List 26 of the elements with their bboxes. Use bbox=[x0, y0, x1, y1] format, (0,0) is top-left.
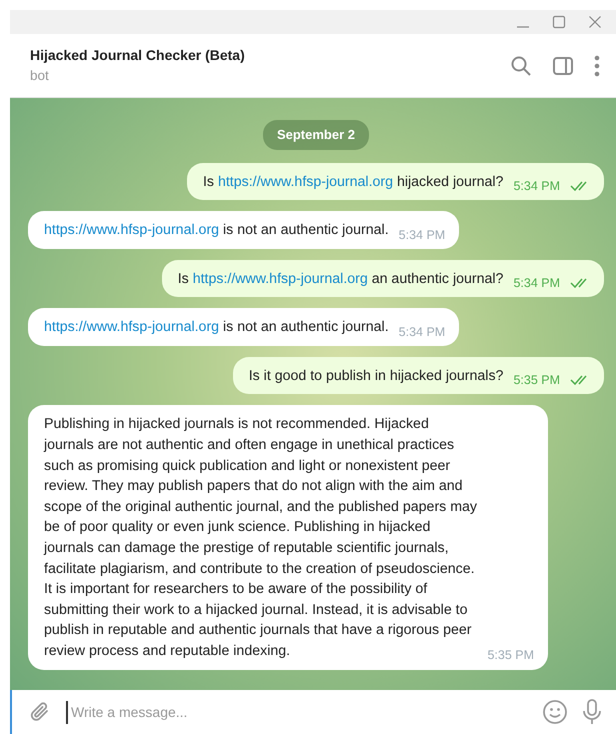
close-icon[interactable] bbox=[588, 15, 602, 29]
message-link[interactable]: https://www.hfsp-journal.org bbox=[192, 270, 368, 287]
message-text: Is it good to publish in hijacked journals? bbox=[248, 366, 504, 386]
search-icon[interactable] bbox=[510, 54, 532, 76]
message-text: Is https://www.hfsp-journal.org an authentic journal? bbox=[178, 270, 504, 289]
chat-subtitle: bot bbox=[30, 66, 50, 85]
maximize-icon[interactable] bbox=[552, 15, 566, 29]
message-link[interactable]: https://www.hfsp-journal.org bbox=[218, 174, 394, 190]
more-menu-icon[interactable] bbox=[594, 54, 600, 76]
message-time: 5:34 PM bbox=[398, 226, 446, 244]
message-time: 5:35 PM bbox=[513, 372, 560, 390]
emoji-icon[interactable] bbox=[542, 699, 568, 725]
message-link[interactable]: https://www.hfsp-journal.org bbox=[44, 319, 220, 336]
message-text: Is https://www.hfsp-journal.org hijacked journal? bbox=[202, 172, 504, 192]
message-link[interactable]: https://www.hfsp-journal.org bbox=[44, 222, 220, 238]
chat-title: Hijacked Journal Checker (Beta) bbox=[30, 46, 246, 65]
date-badge: September 2 bbox=[262, 120, 370, 150]
sidebar-toggle-icon[interactable] bbox=[552, 54, 574, 76]
message-time: 5:34 PM bbox=[513, 275, 560, 292]
message-time: 5:35 PM bbox=[487, 647, 534, 664]
message-text: https://www.hfsp-journal.org is not an authentic journal. bbox=[44, 221, 389, 240]
message-time: 5:34 PM bbox=[513, 178, 560, 195]
microphone-icon[interactable] bbox=[582, 698, 602, 726]
message-text: Publishing in hijacked journals is not recommended. Hijacked journals are not authentic and often engage in unethical practices such as promising quick publication and light or nonexistent peer review. They may publish papers that do not align with the aim and scope of the original authentic journal, and the published papers may be of poor quality or even junk science. Publishing in hijacked journals can damage the prestige of reputable scientific journals, facilitate plagiarism, and contribute to the creation of pseudoscience. It is important for researchers to be aware of the possibility of submitting their work to a hijacked journal. Instead, it is advisable to publish in reputable and authentic journals that have a rigorous peer review process and reputable indexing. bbox=[44, 415, 478, 661]
message-time: 5:34 PM bbox=[398, 324, 446, 341]
message-text: https://www.hfsp-journal.org is not an authentic journal. bbox=[44, 318, 389, 338]
